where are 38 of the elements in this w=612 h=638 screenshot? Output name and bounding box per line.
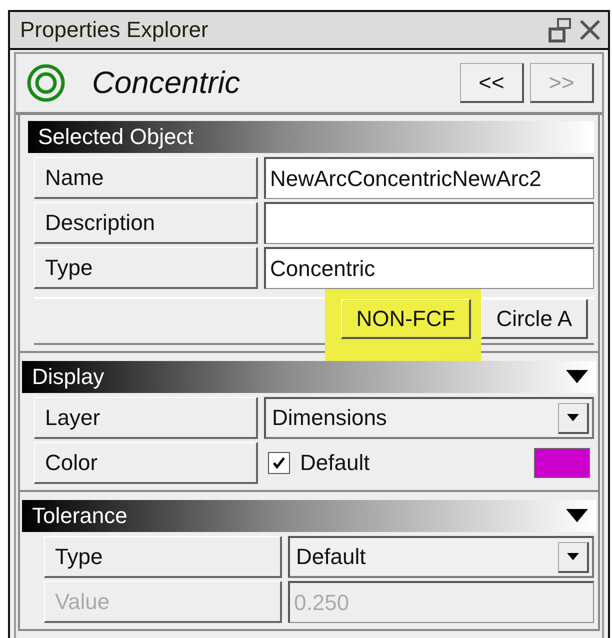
dropdown-button[interactable]: [558, 402, 589, 434]
dropdown-field[interactable]: Dimensions: [264, 397, 594, 439]
action-button[interactable]: NON-FCF: [341, 299, 472, 339]
concentric-circles-icon: [26, 63, 66, 103]
dropdown-button[interactable]: [558, 542, 589, 572]
section-title: Selected Object: [38, 124, 194, 150]
property-label: Description: [34, 202, 258, 244]
section-header[interactable]: Display: [22, 361, 596, 393]
collapse-triangle-icon[interactable]: [566, 370, 588, 384]
collapse-triangle-icon[interactable]: [566, 509, 588, 523]
close-icon[interactable]: [578, 18, 602, 42]
text-field[interactable]: [264, 202, 594, 244]
caret-icon[interactable]: [567, 552, 579, 560]
text-field[interactable]: Concentric: [264, 247, 594, 289]
checkmark-icon: [272, 456, 286, 470]
dropdown-field[interactable]: Default: [288, 536, 594, 578]
section-title: Tolerance: [32, 503, 128, 529]
window-title: Properties Explorer: [20, 17, 210, 43]
section-title: Display: [32, 364, 106, 390]
property-label: Value: [44, 581, 282, 623]
color-swatch[interactable]: [534, 448, 590, 478]
property-label: Type: [34, 247, 258, 289]
property-label: Type: [44, 536, 282, 578]
dropdown-value: Default: [296, 544, 367, 570]
property-label: Color: [34, 442, 258, 484]
section-header[interactable]: Selected Object: [28, 121, 594, 153]
caret-icon[interactable]: [567, 414, 579, 422]
previous-button[interactable]: <<: [460, 63, 524, 103]
checkbox[interactable]: [268, 452, 290, 474]
checkbox-label: Default: [300, 450, 371, 476]
property-label: Layer: [34, 397, 258, 439]
restore-icon[interactable]: [548, 17, 574, 43]
dropdown-value: Dimensions: [272, 405, 388, 431]
property-label: Name: [34, 157, 258, 199]
text-field[interactable]: NewArcConcentricNewArc2: [264, 157, 594, 199]
action-button[interactable]: Circle A: [481, 299, 588, 339]
object-title: Concentric: [92, 65, 242, 101]
section-header[interactable]: Tolerance: [22, 500, 596, 532]
